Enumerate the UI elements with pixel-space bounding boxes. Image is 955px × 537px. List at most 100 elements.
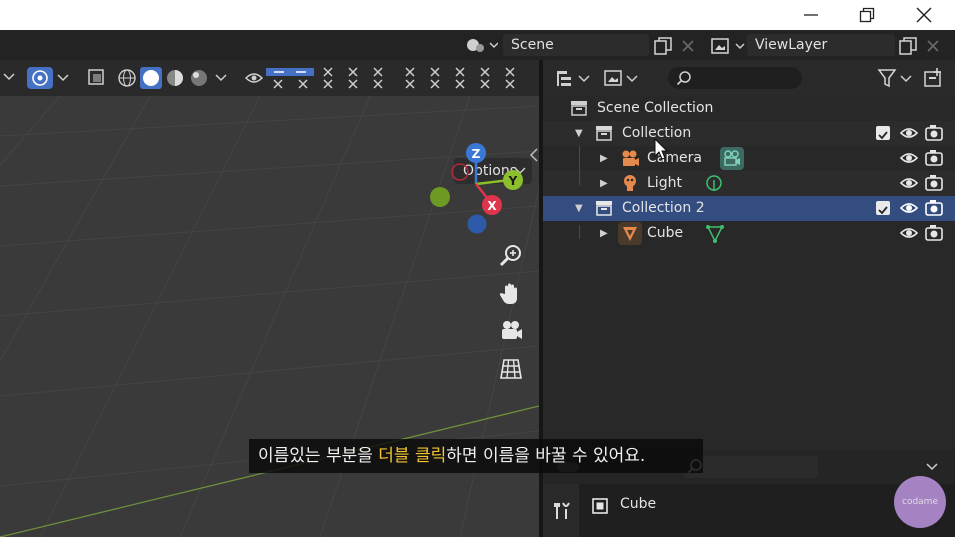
display-mode-button[interactable] (555, 67, 593, 93)
delete-scene-button[interactable] (680, 38, 696, 58)
chevron-down-icon[interactable] (925, 462, 939, 472)
outliner-panel: Scene Collection ▼ Collection ▶ Camera ▶… (543, 60, 955, 450)
render-camera-icon[interactable] (924, 199, 944, 217)
outliner-row-label: Collection 2 (622, 200, 705, 216)
axis-neg-y-dot[interactable] (430, 187, 450, 207)
x-icon (682, 40, 694, 52)
mouse-cursor-icon (654, 138, 669, 160)
render-camera-icon[interactable] (924, 124, 944, 142)
restore-icon (859, 7, 875, 23)
render-camera-icon[interactable] (924, 149, 944, 167)
camera-view-icon (502, 321, 522, 339)
light-object-icon (624, 175, 636, 191)
eye-icon[interactable] (899, 149, 919, 167)
navigation-gizmo[interactable]: Z Y X (426, 142, 530, 238)
outliner-mode-icon (557, 71, 590, 86)
subtitle-text-after: 하면 이름을 바꿀 수 있어요. (446, 446, 646, 466)
scene-name-field[interactable]: Scene (503, 34, 649, 56)
properties-tab-bar (543, 484, 579, 537)
checkmark-icon (878, 131, 888, 140)
shading-icons (118, 67, 227, 89)
close-button[interactable] (898, 0, 950, 30)
camera-object-icon (622, 150, 639, 166)
view-options-button[interactable] (603, 67, 639, 93)
collection-icon (596, 201, 612, 216)
render-camera-icon[interactable] (924, 224, 944, 242)
minimize-button[interactable] (785, 0, 837, 30)
new-scene-button[interactable] (653, 36, 673, 60)
mesh-data-icon[interactable] (705, 224, 725, 244)
axis-y-label: Y (508, 174, 518, 188)
show-gizmo-toggle[interactable] (26, 66, 76, 90)
chevron-down-icon[interactable] (2, 72, 16, 82)
outliner-row-camera[interactable]: ▶ Camera (543, 146, 955, 171)
duplicate-icon (899, 37, 917, 55)
new-collection-button[interactable] (923, 67, 945, 93)
outliner-row-label: Light (647, 175, 682, 191)
outliner-row-light[interactable]: ▶ Light (543, 171, 955, 196)
sidebar-expand-chevron-icon[interactable] (529, 148, 539, 162)
camera-view-button[interactable] (496, 316, 526, 346)
outliner-row-cube[interactable]: ▶ Cube (543, 221, 955, 246)
outliner-row-label: Cube (647, 225, 684, 241)
camera-data-button[interactable] (720, 147, 744, 170)
tree-line (579, 171, 580, 185)
exclude-checkbox[interactable] (876, 126, 890, 140)
viewport-header (0, 60, 539, 96)
expand-triangle-icon[interactable]: ▶ (600, 221, 608, 246)
eye-icon[interactable] (899, 124, 919, 142)
object-icon (592, 498, 608, 514)
delete-view-layer-button[interactable] (925, 38, 941, 58)
zoom-icon (499, 245, 521, 267)
filter-toggles-icons (244, 67, 515, 89)
expand-triangle-icon[interactable]: ▶ (600, 146, 608, 171)
new-view-layer-button[interactable] (898, 36, 918, 60)
duplicate-icon (654, 37, 672, 55)
minimize-icon (804, 14, 818, 16)
axis-neg-z-dot[interactable] (467, 214, 487, 234)
visibility-toggle-strip[interactable] (244, 66, 534, 90)
outliner-row-collection-2[interactable]: ▼ Collection 2 (543, 196, 955, 221)
eye-icon[interactable] (899, 224, 919, 242)
shading-mode-buttons[interactable] (116, 66, 236, 90)
video-subtitle: 이름있는 부분을 더블 클릭하면 이름을 바꿀 수 있어요. (249, 439, 703, 473)
expand-triangle-icon[interactable]: ▼ (575, 196, 583, 221)
view-layer-name-field[interactable]: ViewLayer (747, 34, 895, 56)
render-camera-icon[interactable] (924, 174, 944, 192)
filter-button[interactable] (876, 67, 912, 93)
outliner-search-input[interactable] (668, 67, 802, 89)
expand-triangle-icon[interactable]: ▼ (575, 121, 583, 146)
ortho-grid-icon (500, 359, 522, 379)
outliner-row-collection[interactable]: ▼ Collection (543, 121, 955, 146)
scene-selector-button[interactable] (464, 35, 499, 59)
view-layer-selector-button[interactable] (710, 36, 746, 60)
mesh-object-icon (623, 227, 637, 241)
subtitle-highlight: 더블 클릭 (378, 446, 447, 466)
mesh-object-badge (618, 222, 642, 245)
restore-button[interactable] (841, 0, 893, 30)
search-icon (676, 71, 691, 86)
eye-icon[interactable] (899, 199, 919, 217)
zoom-button[interactable] (496, 241, 526, 271)
tree-line (579, 146, 580, 171)
scene-collection-label: Scene Collection (597, 100, 714, 116)
tool-settings-icon[interactable] (551, 500, 573, 522)
xray-toggle[interactable] (85, 66, 109, 90)
axis-neg-x-dot[interactable] (451, 163, 469, 181)
eye-icon[interactable] (899, 174, 919, 192)
checkmark-icon (878, 206, 888, 215)
expand-triangle-icon[interactable]: ▶ (600, 171, 608, 196)
outliner-row-scene-collection[interactable]: Scene Collection (543, 96, 955, 121)
xray-icon (88, 69, 104, 85)
tree-line (579, 225, 580, 239)
ortho-toggle-button[interactable] (496, 354, 526, 384)
pan-button[interactable] (496, 279, 526, 309)
x-icon (927, 40, 939, 52)
exclude-checkbox[interactable] (876, 201, 890, 215)
pan-hand-icon (499, 283, 517, 304)
gizmo-icon (27, 67, 69, 89)
scene-collection-icon (571, 101, 587, 116)
subtitle-text-before: 이름있는 부분을 (258, 446, 379, 466)
axis-z-label: Z (472, 147, 481, 161)
light-data-icon[interactable] (705, 174, 723, 192)
